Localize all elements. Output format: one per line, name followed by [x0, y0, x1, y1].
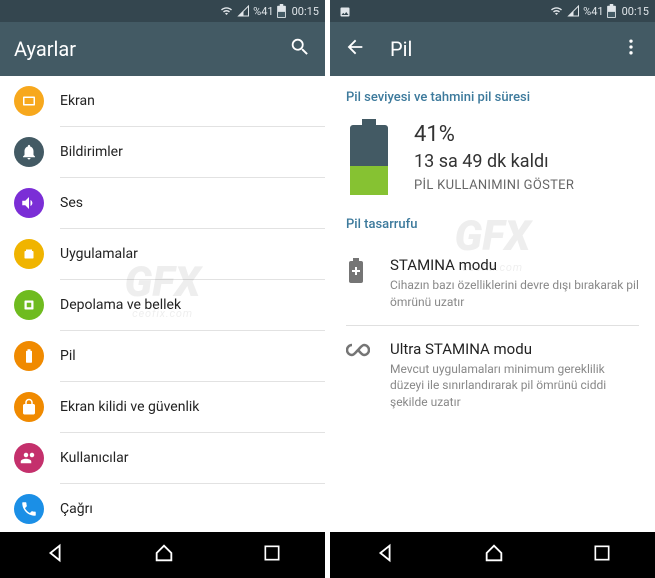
mode-row-1[interactable]: Ultra STAMINA modu Mevcut uygulamaları mi…: [330, 326, 655, 425]
sidebar-item-bell[interactable]: Bildirimler: [60, 127, 325, 178]
arrow-back-icon: [344, 36, 366, 58]
signal-icon: [237, 5, 250, 17]
status-time: 00:15: [622, 5, 649, 18]
mode-row-0[interactable]: STAMINA modu Cihazın bazı özelliklerini d…: [330, 242, 655, 325]
sidebar-item-label: Pil: [60, 348, 76, 364]
page-title: Ayarlar: [14, 37, 289, 61]
sidebar-item-label: Ekran kilidi ve güvenlik: [60, 399, 199, 415]
battery-summary[interactable]: 41% 13 sa 49 dk kaldı PİL KULLANIMINI GÖ…: [330, 115, 655, 211]
sidebar-item-label: Bildirimler: [60, 144, 123, 160]
sidebar-item-label: Uygulamalar: [60, 246, 138, 262]
nav-recent[interactable]: [262, 543, 282, 567]
infinity-icon: [346, 342, 368, 361]
sidebar-item-lock[interactable]: Ekran kilidi ve güvenlik: [60, 382, 325, 433]
battery-plus-icon: [346, 258, 368, 288]
display-icon: [14, 86, 44, 116]
status-time: 00:15: [292, 5, 319, 18]
mode-title: Ultra STAMINA modu: [390, 340, 639, 358]
phone-battery: %41 00:15 Pil Pil seviyesi ve tahmini pi…: [330, 0, 655, 578]
wifi-icon: [219, 5, 234, 17]
phone-icon: [14, 494, 44, 524]
section-battery-saver: Pil tasarrufu: [330, 211, 655, 242]
screenshot-icon: [338, 4, 352, 17]
nav-recent[interactable]: [592, 543, 612, 567]
apps-icon: [14, 239, 44, 269]
users-icon: [14, 443, 44, 473]
battery-percentage: 41%: [414, 122, 574, 147]
search-icon: [289, 36, 311, 58]
mode-title: STAMINA modu: [390, 256, 639, 274]
speaker-icon: [14, 188, 44, 218]
sidebar-item-battery[interactable]: Pil: [60, 331, 325, 382]
sidebar-item-label: Kullanıcılar: [60, 450, 129, 466]
battery-icon: [14, 341, 44, 371]
mode-desc: Mevcut uygulamaları minimum gereklilik d…: [390, 361, 639, 411]
lock-icon: [14, 392, 44, 422]
overflow-button[interactable]: [621, 37, 641, 62]
sidebar-item-chip[interactable]: Depolama ve bellek: [60, 280, 325, 331]
settings-list: Ekran Bildirimler Ses Uygulamalar Depolama v…: [0, 76, 325, 532]
section-battery-level: Pil seviyesi ve tahmini pil süresi: [330, 76, 655, 115]
nav-bar: [330, 532, 655, 578]
sidebar-item-speaker[interactable]: Ses: [60, 178, 325, 229]
battery-status-icon: [277, 4, 286, 18]
sidebar-item-users[interactable]: Kullanıcılar: [60, 433, 325, 484]
app-bar: Pil: [330, 22, 655, 76]
page-title: Pil: [390, 37, 621, 61]
nav-bar: [0, 532, 325, 578]
nav-home[interactable]: [153, 542, 175, 568]
nav-back[interactable]: [374, 542, 396, 568]
back-button[interactable]: [344, 36, 366, 63]
app-bar: Ayarlar: [0, 22, 325, 76]
chip-icon: [14, 290, 44, 320]
overflow-icon: [621, 37, 641, 57]
phone-settings: %41 00:15 Ayarlar Ekran Bildirimler Ses Uyg…: [0, 0, 325, 578]
status-battery-pct: %41: [253, 5, 273, 18]
sidebar-item-label: Depolama ve bellek: [60, 297, 181, 313]
sidebar-item-apps[interactable]: Uygulamalar: [60, 229, 325, 280]
status-battery-pct: %41: [583, 5, 603, 18]
nav-back[interactable]: [44, 542, 66, 568]
battery-time-remaining: 13 sa 49 dk kaldı: [414, 151, 574, 172]
mode-desc: Cihazın bazı özelliklerini devre dışı bı…: [390, 277, 639, 311]
battery-large-icon: [346, 119, 392, 195]
sidebar-item-display[interactable]: Ekran: [60, 76, 325, 127]
signal-icon: [567, 5, 580, 17]
sidebar-item-label: Ekran: [60, 93, 95, 109]
search-button[interactable]: [289, 36, 311, 63]
sidebar-item-phone[interactable]: Çağrı: [60, 484, 325, 532]
nav-home[interactable]: [483, 542, 505, 568]
battery-status-icon: [607, 4, 616, 18]
wifi-icon: [549, 5, 564, 17]
status-bar: %41 00:15: [330, 0, 655, 22]
sidebar-item-label: Ses: [60, 195, 83, 211]
battery-content: Pil seviyesi ve tahmini pil süresi 41% 1…: [330, 76, 655, 532]
bell-icon: [14, 137, 44, 167]
show-usage-link[interactable]: PİL KULLANIMINI GÖSTER: [414, 178, 574, 193]
sidebar-item-label: Çağrı: [60, 501, 93, 517]
status-bar: %41 00:15: [0, 0, 325, 22]
